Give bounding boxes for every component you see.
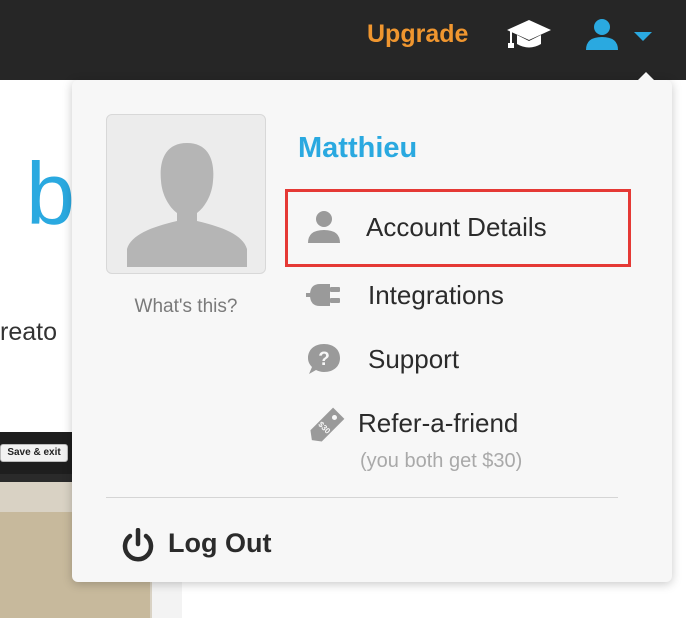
integrations-item[interactable]: Integrations bbox=[298, 268, 618, 320]
menu-divider bbox=[106, 497, 618, 498]
logout-label: Log Out bbox=[168, 528, 272, 558]
top-bar: Upgrade bbox=[0, 0, 686, 80]
background-heading: b bbox=[26, 144, 75, 243]
account-details-label: Account Details bbox=[366, 212, 547, 242]
refer-a-friend-item[interactable]: $30 Refer-a-friend bbox=[298, 396, 618, 448]
refer-a-friend-label: Refer-a-friend bbox=[358, 408, 519, 438]
logout-button[interactable]: Log Out bbox=[116, 524, 316, 568]
support-item[interactable]: ? Support bbox=[298, 332, 618, 384]
username: Matthieu bbox=[298, 132, 418, 164]
graduation-cap-icon[interactable] bbox=[505, 16, 553, 52]
user-menu-button[interactable] bbox=[584, 18, 654, 52]
whats-this-link[interactable]: What's this? bbox=[106, 296, 266, 318]
integrations-label: Integrations bbox=[368, 280, 504, 310]
avatar[interactable] bbox=[106, 114, 266, 274]
dropdown-notch bbox=[638, 72, 654, 80]
account-details-item[interactable]: Account Details bbox=[285, 189, 631, 267]
plug-icon bbox=[306, 278, 342, 312]
caret-down-icon bbox=[634, 32, 652, 41]
user-icon bbox=[586, 19, 618, 50]
price-tag-icon: $30 bbox=[306, 406, 345, 442]
background-text: reato bbox=[0, 318, 57, 346]
refer-a-friend-subtext: (you both get $30) bbox=[360, 450, 523, 472]
upgrade-link[interactable]: Upgrade bbox=[367, 20, 468, 49]
user-silhouette-icon bbox=[127, 143, 247, 267]
user-dropdown-menu: What's this? Matthieu Account Details In… bbox=[72, 72, 672, 582]
svg-text:?: ? bbox=[318, 349, 330, 370]
question-bubble-icon: ? bbox=[306, 342, 342, 376]
power-icon bbox=[122, 528, 154, 562]
user-icon bbox=[306, 210, 342, 244]
support-label: Support bbox=[368, 344, 460, 374]
save-exit-button[interactable]: Save & exit bbox=[0, 444, 68, 462]
